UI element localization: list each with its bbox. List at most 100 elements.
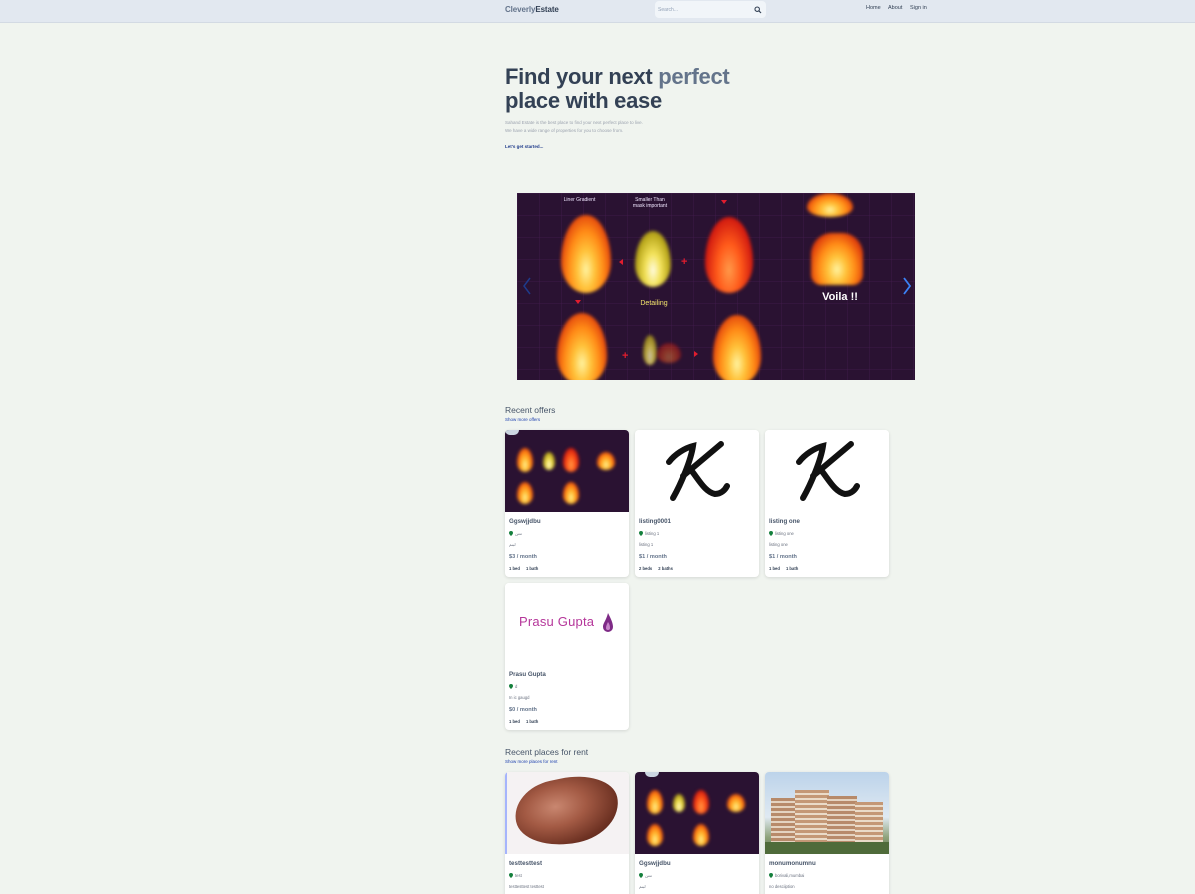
- listing-description: لبنم: [509, 542, 516, 547]
- listing-card[interactable]: monumonumnu borivali,mumbai no desciipti…: [765, 772, 889, 894]
- arrow-down-icon: [721, 200, 727, 204]
- nav-about[interactable]: About: [888, 5, 902, 11]
- flame-image: [643, 335, 657, 365]
- listing-rooms: 1 bed 1 bath: [769, 566, 804, 571]
- plus-icon: +: [622, 350, 629, 362]
- listing-image[interactable]: [635, 772, 759, 854]
- get-started-link[interactable]: Let's get started...: [505, 144, 543, 149]
- listing-card[interactable]: listing one listing one listing one $1 /…: [765, 430, 889, 577]
- header: CleverlyEstate Home About Sign in: [0, 0, 1195, 23]
- listing-image[interactable]: [635, 430, 759, 512]
- listing-image[interactable]: [505, 430, 629, 512]
- listing-image[interactable]: Prasu Gupta: [505, 583, 629, 665]
- flame-image: [517, 482, 533, 504]
- flame-image: [693, 790, 709, 814]
- slide-label-voila: Voila !!: [822, 291, 858, 303]
- slide-label-gradient: Liner Gradient: [563, 197, 596, 203]
- listing-address-text: listing one: [775, 531, 794, 536]
- search-input[interactable]: [658, 2, 748, 17]
- logo-part2: Estate: [535, 5, 559, 14]
- listing-name: Ggswjjdbu: [639, 860, 671, 867]
- listing-baths: 2 baths: [658, 566, 673, 571]
- listing-card[interactable]: testtesttest test testtesttest testtest: [505, 772, 629, 894]
- listing-address: d: [509, 684, 517, 689]
- hero-title-pre: Find your next: [505, 64, 659, 89]
- flame-image: [543, 452, 555, 470]
- listing-address: listing one: [769, 531, 794, 536]
- location-pin-icon: [769, 873, 773, 878]
- listing-card[interactable]: Ggswjjdbu تتتن لبنم $3 / month 1 bed 1 ba…: [505, 430, 629, 577]
- location-pin-icon: [639, 873, 643, 878]
- listing-rooms: 1 bed 1 bath: [509, 719, 544, 724]
- offers-more-link[interactable]: Show more offers: [505, 417, 540, 422]
- listing-price: $1 / month: [769, 554, 797, 560]
- meat-photo: [509, 772, 625, 854]
- listing-card[interactable]: Ggswjjdbu تتتن لبنم: [635, 772, 759, 894]
- flame-image: [693, 824, 709, 846]
- hero-title-line2: place with ease: [505, 88, 662, 113]
- prasu-logo-text: Prasu Gupta: [519, 614, 595, 629]
- flame-image: [673, 794, 685, 812]
- rent-more-link[interactable]: Show more places for rent: [505, 759, 558, 764]
- location-pin-icon: [639, 531, 643, 536]
- listing-card[interactable]: listing0001 listing 1 listing 1 $1 / mon…: [635, 430, 759, 577]
- listing-address: تتتن: [639, 873, 652, 878]
- listing-name: listing0001: [639, 518, 671, 525]
- slide-label-mask: mask important: [632, 203, 668, 209]
- listing-name: monumonumnu: [769, 860, 816, 867]
- listing-baths: 1 bath: [525, 719, 539, 724]
- arrow-down-icon: [575, 300, 581, 304]
- listing-address: test: [509, 873, 522, 878]
- listing-address-text: borivali,mumbai: [775, 873, 805, 878]
- listing-price: $3 / month: [509, 554, 537, 560]
- listing-address: borivali,mumbai: [769, 873, 804, 878]
- hero-title-highlight: perfect: [658, 64, 730, 89]
- listing-rooms: 2 beds 2 baths: [639, 566, 679, 571]
- plus-icon: +: [681, 256, 688, 268]
- flame-image: [807, 193, 853, 217]
- nav-home[interactable]: Home: [866, 5, 881, 11]
- listing-name: testtesttest: [509, 860, 543, 867]
- chevron-right-icon[interactable]: [902, 276, 912, 296]
- listing-beds: 1 bed: [509, 566, 520, 571]
- image-tab: [645, 772, 659, 777]
- chevron-left-icon[interactable]: [522, 276, 532, 296]
- building-image: [855, 802, 883, 846]
- flame-image: [517, 448, 533, 472]
- search-form: [655, 1, 766, 18]
- flame-image: [727, 794, 745, 812]
- flame-image: [647, 824, 663, 846]
- k-logo-image: [666, 441, 730, 501]
- building-image: [827, 796, 857, 846]
- listing-card[interactable]: Prasu Gupta Prasu Gupta d In ic gaugd $0…: [505, 583, 629, 730]
- flame-image: [597, 452, 615, 470]
- location-pin-icon: [509, 684, 513, 689]
- listing-address-text: d: [515, 684, 518, 689]
- listing-address: listing 1: [639, 531, 659, 536]
- search-icon[interactable]: [754, 6, 762, 14]
- listing-name: listing one: [769, 518, 800, 525]
- listing-description: no desciiption: [769, 884, 795, 889]
- arrow-right-icon: [694, 351, 698, 357]
- listing-price: $1 / month: [639, 554, 667, 560]
- listing-description: listing one: [769, 542, 788, 547]
- image-slider: Liner Gradient Smaller Than mask importa…: [517, 193, 915, 380]
- image-edge: [505, 772, 507, 854]
- logo[interactable]: CleverlyEstate: [505, 5, 559, 14]
- listing-address: تتتن: [509, 531, 522, 536]
- location-pin-icon: [509, 531, 513, 536]
- listing-description: لبنم: [639, 884, 646, 889]
- nav-sign-in[interactable]: Sign in: [910, 5, 927, 11]
- listing-rooms: 1 bed 1 bath: [509, 566, 544, 571]
- listing-beds: 1 bed: [769, 566, 780, 571]
- flame-image: [811, 233, 863, 285]
- listing-image[interactable]: [765, 772, 889, 854]
- listing-address-text: test: [515, 873, 522, 878]
- slide-label-detailing: Detailing: [640, 300, 668, 307]
- trees-image: [765, 842, 889, 854]
- listing-image[interactable]: [765, 430, 889, 512]
- flame-image: [563, 448, 579, 472]
- logo-part1: Cleverly: [505, 5, 536, 14]
- listing-image[interactable]: [505, 772, 629, 854]
- hero-subtitle-line2: We have a wide range of properties for y…: [505, 128, 624, 133]
